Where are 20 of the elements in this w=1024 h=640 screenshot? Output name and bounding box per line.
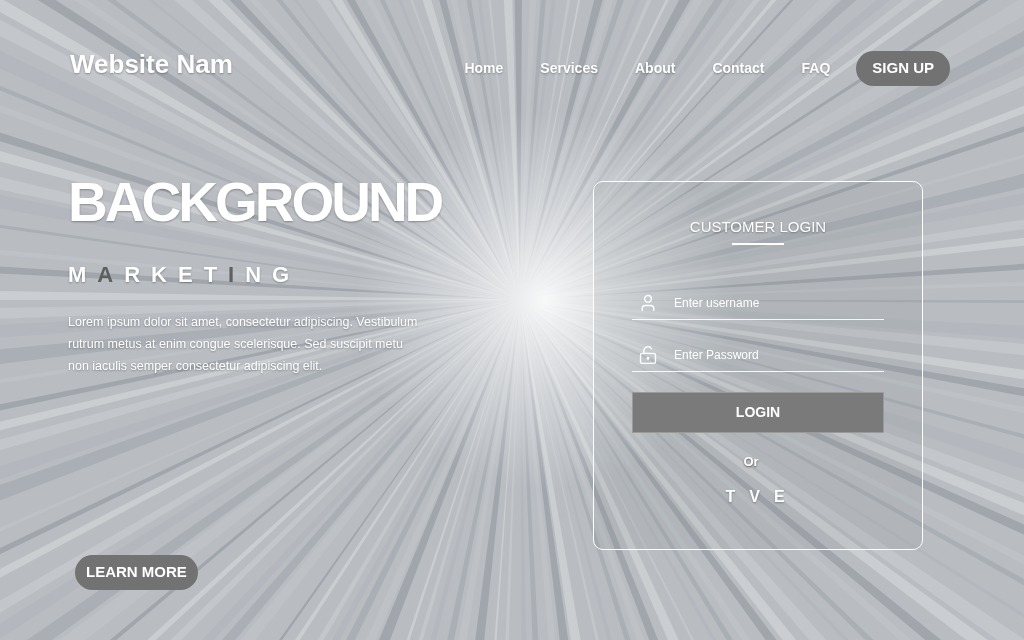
username-field[interactable]: Enter username: [674, 292, 884, 313]
nav-link[interactable]: Contact: [712, 57, 765, 79]
hero-tagline: M A RKET I NG: [68, 264, 301, 286]
nav-link[interactable]: Home: [464, 57, 504, 79]
site-logo[interactable]: Website Nam: [70, 51, 233, 77]
social-link[interactable]: V: [749, 489, 760, 505]
login-title: CUSTOMER LOGIN: [689, 219, 827, 234]
learn-more-button[interactable]: LEARN MORE: [75, 555, 198, 590]
social-link[interactable]: E: [773, 489, 785, 505]
password-field[interactable]: Enter Password: [674, 344, 884, 365]
hero-description: Lorem ipsum dolor sit amet, consectetur adipiscing. Vestibulum rutrum metus at enim congue scelerisque. Sed suscipit metu non iaculis semper consectetur adipiscing elit.: [68, 314, 419, 375]
or-divider-text: Or: [743, 455, 759, 468]
login-button[interactable]: LOGIN: [632, 392, 884, 433]
nav-link[interactable]: Services: [540, 57, 598, 79]
nav-link[interactable]: FAQ: [801, 57, 831, 79]
title-underline: [732, 243, 784, 245]
padlock-icon: [638, 343, 658, 366]
hero-title: BACKGROUND: [68, 175, 442, 230]
nav-link[interactable]: About: [634, 57, 676, 79]
social-link[interactable]: T: [725, 489, 736, 505]
